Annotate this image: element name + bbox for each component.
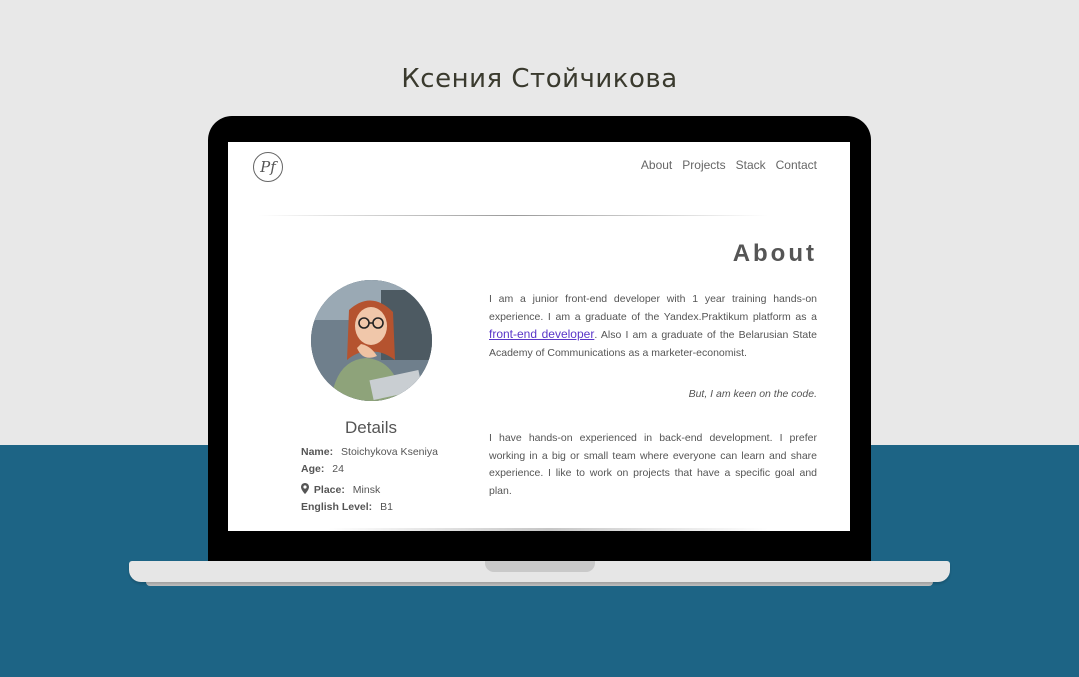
detail-place-label: Place: [313,484,345,496]
about-quote: But, I am keen on the code. [688,388,817,400]
detail-name-label: Name: [301,446,334,458]
detail-age-value: 24 [332,463,344,475]
nav-link-contact[interactable]: Contact [776,158,817,172]
about-paragraph-2: I have hands-on experienced in back-end … [489,432,817,497]
front-end-developer-link[interactable]: front-end developer [489,327,594,341]
header-divider [258,215,768,216]
site-nav: About Projects Stack Contact [641,158,817,172]
detail-name-value: Stoichykova Kseniya [341,446,438,458]
nav-link-projects[interactable]: Projects [682,158,725,172]
detail-name: Name: Stoichykova Kseniya [301,446,438,458]
detail-age: Age: 24 [301,463,344,475]
nav-link-about[interactable]: About [641,158,672,172]
detail-english-label: English Level: [301,501,373,513]
profile-photo [311,280,432,401]
logo-text: Pf [260,158,276,176]
laptop-notch [485,561,595,572]
profile-photo-illustration [311,280,432,401]
page-title: Ксения Стойчикова [401,64,678,94]
about-paragraph-1-start: I am a junior front-end developer with 1… [489,293,817,323]
detail-place: Place: Minsk [301,483,380,497]
bottom-fade-line [328,528,768,531]
site-logo[interactable]: Pf [253,152,283,182]
nav-link-stack[interactable]: Stack [736,158,766,172]
about-paragraph-1: I am a junior front-end developer with 1… [489,291,817,362]
detail-english: English Level: B1 [301,501,393,513]
map-pin-icon [301,483,309,497]
laptop-screen: Pf About Projects Stack Contact About De… [228,142,850,531]
about-title: About [732,240,817,267]
detail-english-value: B1 [380,501,393,513]
detail-place-value: Minsk [352,484,381,496]
detail-age-label: Age: [301,463,325,475]
laptop-base-shadow [146,582,933,586]
details-title: Details [345,418,397,437]
